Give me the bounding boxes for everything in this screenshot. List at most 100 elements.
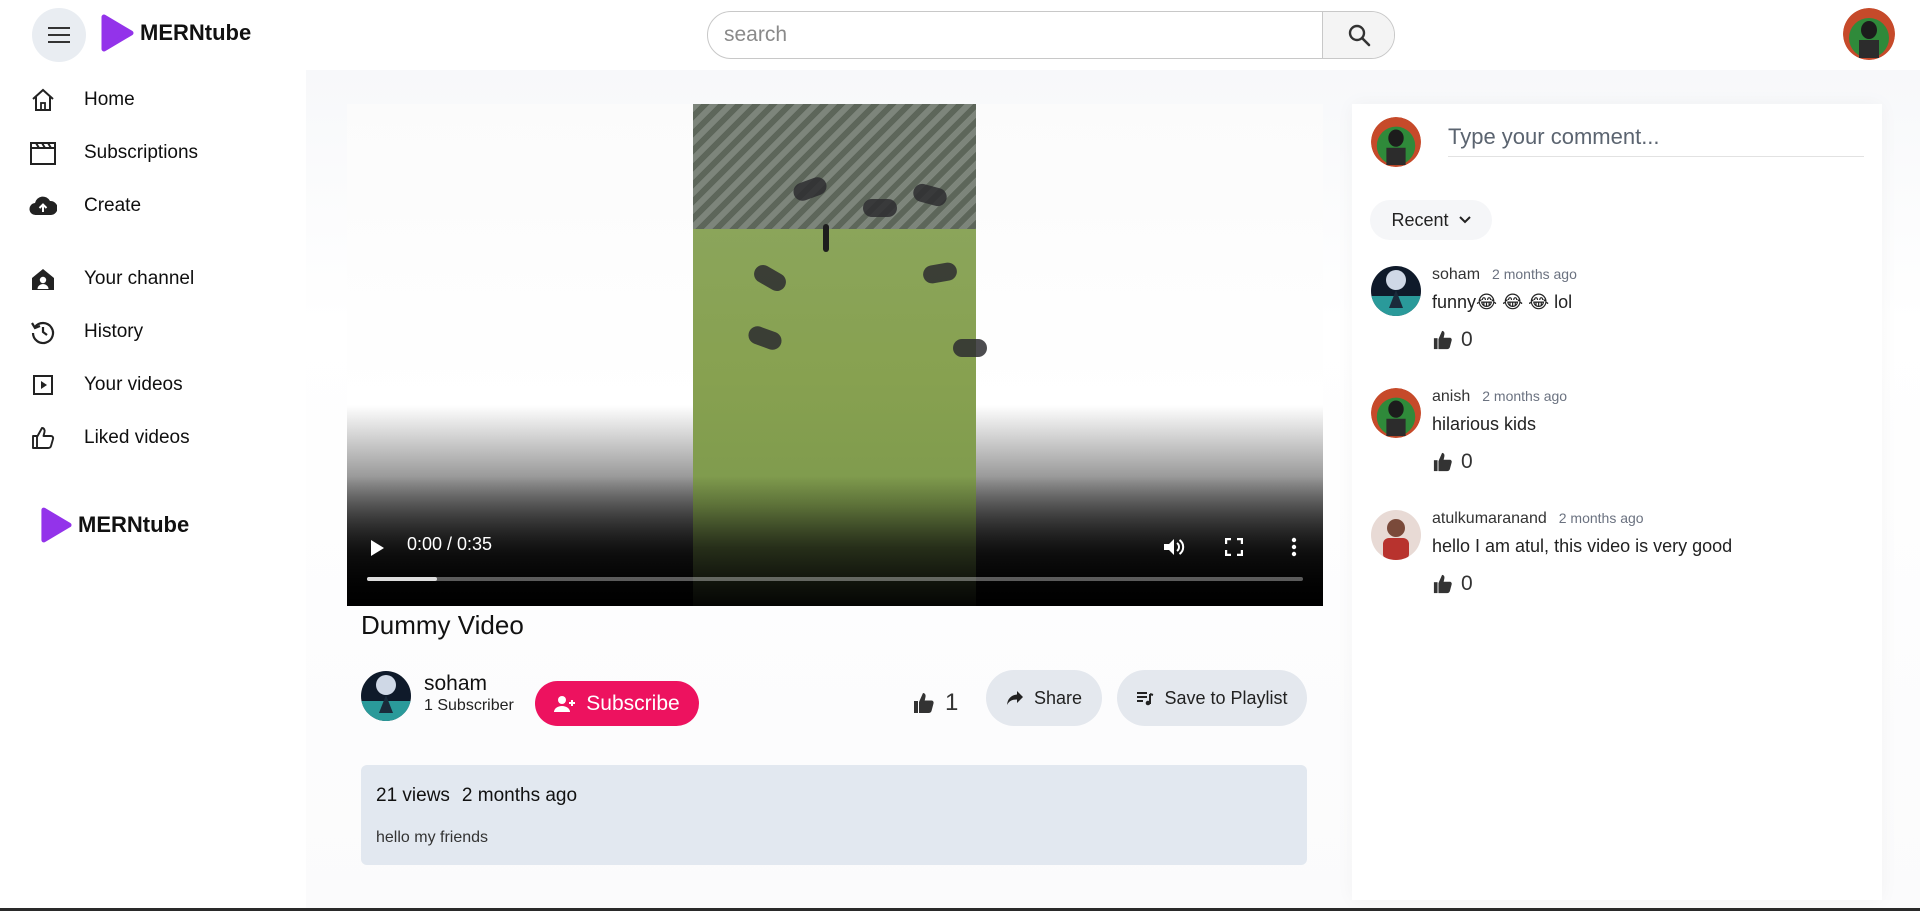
comment-like-count: 0 — [1461, 328, 1473, 351]
sidebar-item-your-videos[interactable]: Your videos — [28, 365, 288, 405]
subscriptions-icon — [28, 138, 58, 168]
comments-panel: Recent soham 2 months ago funny😂 😂 😂 lol … — [1352, 104, 1882, 900]
menu-button[interactable] — [32, 8, 86, 62]
channel-name[interactable]: soham — [424, 672, 487, 696]
progress-bar[interactable] — [367, 577, 1303, 581]
commenter-avatar[interactable] — [1371, 510, 1421, 560]
sidebar-brand-logo[interactable]: MERNtube — [40, 507, 189, 543]
chevron-down-icon — [1458, 216, 1471, 224]
thumb-up-icon — [914, 693, 934, 713]
comment-header: anish 2 months ago — [1432, 388, 1567, 406]
description-text: hello my friends — [376, 829, 489, 846]
sidebar-item-your-channel[interactable]: Your channel — [28, 259, 288, 299]
comment-input[interactable] — [1448, 117, 1864, 157]
comment-like-button[interactable]: 0 — [1433, 328, 1473, 352]
volume-button[interactable] — [1159, 532, 1189, 562]
sidebar-item-label: Home — [84, 89, 135, 110]
avatar — [361, 671, 411, 721]
avatar — [1843, 8, 1895, 60]
brand-logo[interactable]: MERNtube — [100, 14, 251, 52]
more-options-button[interactable] — [1279, 532, 1309, 562]
like-button[interactable]: 1 — [913, 681, 958, 725]
sidebar-item-liked-videos[interactable]: Liked videos — [28, 418, 288, 458]
commenter-avatar[interactable] — [1371, 266, 1421, 316]
comment-item: atulkumaranand 2 months ago hello I am at… — [1371, 510, 1871, 620]
view-count: 21 views — [376, 785, 450, 806]
home-icon — [28, 85, 58, 115]
comment-username[interactable]: soham — [1432, 266, 1480, 283]
more-vertical-icon — [1291, 537, 1297, 557]
save-to-playlist-button[interactable]: Save to Playlist — [1117, 670, 1307, 726]
share-icon — [1006, 691, 1023, 705]
sidebar-item-label: Liked videos — [84, 427, 190, 448]
thumb-up-icon — [1433, 452, 1452, 472]
sidebar-item-label: Your videos — [84, 374, 183, 395]
menu-icon — [48, 27, 70, 43]
comment-like-button[interactable]: 0 — [1433, 450, 1473, 474]
comment-text: hello I am atul, this video is very good — [1432, 536, 1733, 556]
comment-like-count: 0 — [1461, 450, 1473, 473]
video-meta: 21 views 2 months ago — [376, 785, 589, 807]
cloud-upload-icon — [28, 191, 58, 221]
sidebar-item-history[interactable]: History — [28, 312, 288, 352]
brand-name: MERNtube — [78, 512, 190, 537]
avatar — [1371, 388, 1421, 438]
sidebar-item-label: Your channel — [84, 268, 195, 289]
comment-item: anish 2 months ago hilarious kids 0 — [1371, 388, 1871, 498]
subscriber-count: 1 Subscriber — [424, 697, 514, 714]
sort-label: Recent — [1391, 209, 1449, 230]
logo-icon — [41, 507, 72, 543]
subscribe-button[interactable]: Subscribe — [535, 681, 699, 726]
avatar — [1371, 117, 1421, 167]
avatar — [1371, 266, 1421, 316]
comment-time: 2 months ago — [1482, 388, 1568, 404]
channel-avatar[interactable] — [361, 671, 411, 721]
search-bar — [707, 11, 1395, 59]
like-count: 1 — [945, 689, 959, 716]
sort-dropdown[interactable]: Recent — [1370, 200, 1492, 240]
share-label: Share — [1033, 687, 1083, 708]
comment-like-count: 0 — [1461, 572, 1473, 595]
avatar — [1371, 510, 1421, 560]
your-videos-icon — [28, 370, 58, 400]
video-player[interactable]: 0:00 / 0:35 — [347, 104, 1323, 606]
comment-username[interactable]: atulkumaranand — [1432, 510, 1547, 527]
play-button[interactable] — [363, 534, 391, 562]
search-button[interactable] — [1322, 12, 1394, 58]
comment-time: 2 months ago — [1492, 266, 1577, 282]
thumb-up-icon — [1433, 330, 1452, 350]
brand-name: MERNtube — [140, 20, 252, 45]
sidebar-item-label: Subscriptions — [84, 142, 199, 163]
comment-item: soham 2 months ago funny😂 😂 😂 lol 0 — [1371, 266, 1871, 376]
sidebar: Home Subscriptions Create Your channel H… — [0, 70, 306, 911]
app-root: MERNtube Home — [0, 0, 1920, 911]
description-box[interactable]: 21 views 2 months ago hello my friends — [361, 765, 1307, 865]
top-bar: MERNtube — [0, 0, 1920, 70]
play-icon — [371, 540, 384, 556]
commenter-avatar[interactable] — [1371, 388, 1421, 438]
add-user-icon — [554, 695, 576, 712]
user-avatar[interactable] — [1843, 8, 1895, 60]
comment-header: soham 2 months ago — [1432, 266, 1577, 284]
history-icon — [28, 317, 58, 347]
fullscreen-icon — [1225, 538, 1243, 556]
upload-age: 2 months ago — [461, 785, 578, 806]
comment-like-button[interactable]: 0 — [1433, 572, 1473, 596]
logo-icon — [101, 14, 134, 52]
comment-username[interactable]: anish — [1432, 388, 1470, 405]
search-icon — [1348, 24, 1370, 47]
sidebar-item-create[interactable]: Create — [28, 186, 288, 226]
fullscreen-button[interactable] — [1219, 532, 1249, 562]
video-title: Dummy Video — [361, 610, 524, 640]
sidebar-item-label: Create — [84, 195, 142, 216]
progress-buffered — [367, 577, 437, 581]
comment-time: 2 months ago — [1558, 510, 1644, 526]
sidebar-item-label: History — [84, 321, 144, 342]
thumb-up-icon — [28, 423, 58, 453]
sidebar-item-subscriptions[interactable]: Subscriptions — [28, 133, 288, 173]
sidebar-item-home[interactable]: Home — [28, 80, 288, 120]
video-thumbnail — [693, 104, 976, 229]
search-input[interactable] — [708, 12, 1322, 58]
comment-text: hilarious kids — [1432, 414, 1537, 434]
share-button[interactable]: Share — [986, 670, 1102, 726]
